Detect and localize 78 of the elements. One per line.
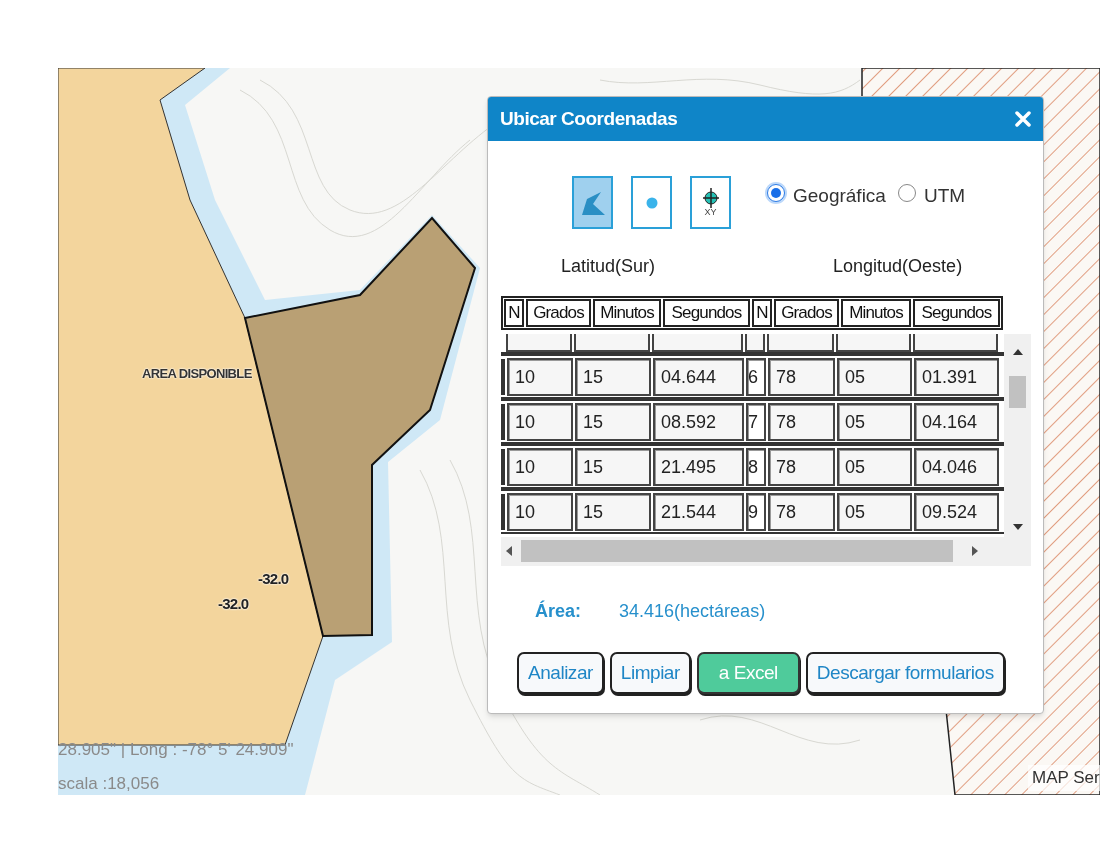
coordinate-input[interactable]: 01.391 (914, 357, 999, 396)
close-icon[interactable] (1015, 111, 1031, 127)
coordinate-input[interactable]: 04.164 (914, 402, 999, 441)
depth-label: -32.0 (218, 594, 249, 614)
column-header: Segundos (913, 299, 1000, 327)
action-button[interactable]: Analizar (517, 652, 604, 694)
latitude-heading: Latitud(Sur) (561, 255, 656, 278)
tool-button[interactable] (631, 176, 672, 229)
coordinates-readout: 28.905" | Long : -78° 5' 24.909" (58, 739, 294, 761)
coordinate-input[interactable] (652, 334, 743, 352)
longitude-heading: Longitud(Oeste) (833, 255, 963, 278)
coordinate-input[interactable]: 04.644 (653, 357, 744, 396)
coordinate-input[interactable]: 78 (768, 402, 835, 441)
coordinate-input[interactable]: 6 (746, 357, 766, 396)
action-button[interactable]: Limpiar (609, 652, 691, 694)
scroll-down-icon[interactable] (1012, 523, 1023, 531)
coordinate-input[interactable]: 05 (837, 402, 912, 441)
scrollbar-thumb[interactable] (1009, 376, 1026, 408)
coordinate-input[interactable] (574, 334, 650, 352)
coordinate-input[interactable]: 78 (768, 357, 835, 396)
coordinate-input[interactable]: 09.524 (914, 492, 999, 531)
column-header: Segundos (663, 299, 750, 327)
column-header: Grados (774, 299, 839, 327)
coordinate-input[interactable]: 15 (575, 447, 651, 486)
action-button[interactable]: Descargar formularios (805, 652, 1005, 694)
coordinate-input[interactable]: 10 (507, 492, 573, 531)
coordinate-input[interactable] (836, 334, 911, 352)
coordinate-input[interactable]: 15 (575, 402, 651, 441)
depth-label: -32.0 (258, 569, 289, 589)
coordinate-input[interactable]: 05 (837, 492, 912, 531)
coordinate-input[interactable]: 15 (575, 492, 651, 531)
coordinate-input[interactable]: 9 (746, 492, 766, 531)
coordinate-input[interactable] (501, 448, 505, 485)
map-area-label: AREA DISPONIBLE (142, 365, 252, 383)
coordinate-input[interactable]: 04.046 (914, 447, 999, 486)
xy-label: XY (704, 208, 717, 217)
column-header: Grados (526, 299, 591, 327)
coordinate-input[interactable]: 10 (507, 447, 573, 486)
coordinate-input[interactable]: 15 (575, 357, 651, 396)
coordinate-input[interactable] (501, 358, 505, 395)
column-header: N (504, 299, 524, 327)
column-header: N (752, 299, 772, 327)
polygon-icon (580, 190, 605, 215)
radio-option[interactable]: Geográfica (767, 182, 886, 211)
coordinate-input[interactable]: 10 (507, 402, 573, 441)
coordinate-input[interactable] (501, 403, 505, 440)
radio-button[interactable] (897, 183, 916, 202)
coordinate-input[interactable] (506, 334, 572, 352)
coordinate-input[interactable]: 08.592 (653, 402, 744, 441)
radio-button[interactable] (767, 183, 785, 202)
crosshair-globe-icon (701, 188, 720, 208)
coordinate-input[interactable] (767, 334, 834, 352)
coordinate-input[interactable] (913, 334, 998, 352)
radio-option[interactable]: UTM (897, 182, 966, 211)
dialog-title: Ubicar Coordenadas (500, 106, 678, 131)
point-icon (645, 196, 658, 209)
coordinate-input[interactable]: 7 (746, 402, 766, 441)
column-header: Minutos (841, 299, 911, 327)
column-header: Minutos (593, 299, 661, 327)
area-value: 34.416(hectáreas) (619, 600, 766, 623)
area-label: Área: (535, 599, 582, 623)
coordinate-input[interactable]: 21.544 (653, 492, 744, 531)
coordinate-input[interactable]: 05 (837, 357, 912, 396)
scroll-right-icon[interactable] (971, 545, 979, 556)
coordinate-input[interactable]: 78 (768, 492, 835, 531)
coordinate-input[interactable] (501, 493, 505, 530)
scroll-left-icon[interactable] (505, 545, 513, 556)
scroll-up-icon[interactable] (1012, 348, 1023, 356)
scale-readout: scala :18,056 (58, 773, 160, 795)
coordinate-input[interactable]: 10 (507, 357, 573, 396)
coordinate-input[interactable]: 21.495 (653, 447, 744, 486)
tool-button[interactable]: XY (690, 176, 731, 229)
coordinate-input[interactable]: 05 (837, 447, 912, 486)
coordinate-input[interactable]: 78 (768, 447, 835, 486)
map-attribution: MAP Ser (1028, 765, 1100, 791)
coordinate-input[interactable] (745, 334, 765, 352)
coordinate-input[interactable]: 8 (746, 447, 766, 486)
scrollbar-thumb[interactable] (521, 539, 953, 562)
